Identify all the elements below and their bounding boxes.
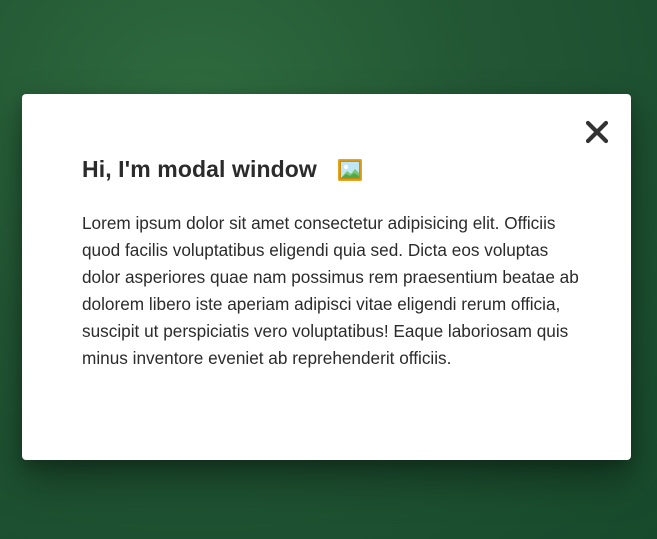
close-button[interactable] [583,118,611,146]
modal-header: Hi, I'm modal window [82,156,363,183]
modal-window: Hi, I'm modal window Lorem ipsum dolor s… [22,94,631,460]
modal-body-text: Lorem ipsum dolor sit amet consectetur a… [82,213,579,368]
modal-title: Hi, I'm modal window [82,156,317,182]
close-icon [585,120,609,144]
framed-picture-icon [337,157,363,183]
